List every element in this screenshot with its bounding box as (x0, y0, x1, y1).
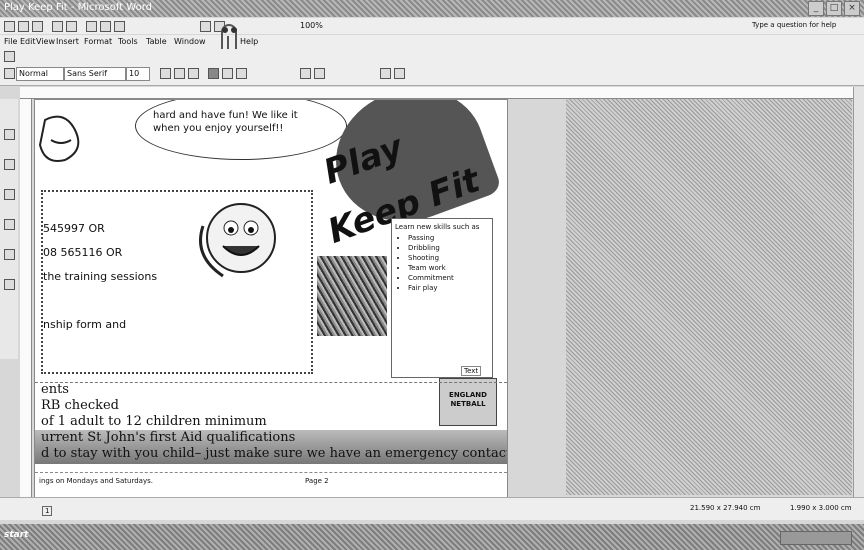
vertical-ruler[interactable] (20, 99, 32, 519)
menu-edit[interactable]: Edit (20, 37, 36, 46)
preview-icon[interactable] (66, 21, 77, 32)
open-icon[interactable] (18, 21, 29, 32)
minimize-button[interactable]: _ (808, 1, 824, 16)
skill-item: Team work (408, 263, 492, 273)
menu-window[interactable]: Window (174, 37, 206, 46)
tool-icon-5[interactable] (4, 249, 15, 260)
skill-item: Shooting (408, 253, 492, 263)
standard-toolbar: 100% Type a question for help (0, 18, 864, 34)
draw-icon[interactable] (4, 51, 15, 62)
underline-icon[interactable] (188, 68, 199, 79)
bubble-line-2: when you enjoy yourself!! (153, 123, 284, 134)
england-netball-logo: ENGLAND NETBALL (439, 378, 497, 426)
contact-line-2: 08 565116 OR (43, 246, 123, 259)
page-number: 1 (42, 506, 53, 516)
section-divider (35, 382, 507, 384)
undo-icon[interactable] (200, 21, 211, 32)
start-button[interactable]: start (4, 530, 28, 540)
font-color-icon[interactable] (394, 68, 405, 79)
bottom-line-2: RB checked (41, 398, 119, 413)
menu-bar: File Edit View Insert Format Tools Table… (0, 35, 864, 49)
bottom-line-1: ents (41, 382, 69, 397)
smiley-ball-icon (199, 203, 276, 278)
size-readout: 1.990 x 3.000 cm (790, 504, 852, 512)
photo-image (317, 256, 387, 336)
numbering-icon[interactable] (300, 68, 311, 79)
position-readout: 21.590 x 27.940 cm (690, 504, 761, 512)
system-tray (780, 531, 852, 545)
tool-icon-2[interactable] (4, 159, 15, 170)
contact-line-4: nship form and (43, 318, 127, 331)
skill-item: Fair play (408, 283, 492, 293)
styles-icon[interactable] (4, 68, 15, 79)
font-size-select[interactable]: 10 (126, 67, 150, 81)
cut-icon[interactable] (86, 21, 97, 32)
menu-format[interactable]: Format (84, 37, 112, 46)
status-bar: 1 21.590 x 27.940 cm 1.990 x 3.000 cm (0, 497, 864, 520)
menu-view[interactable]: View (36, 37, 55, 46)
menu-tools[interactable]: Tools (118, 37, 138, 46)
italic-icon[interactable] (174, 68, 185, 79)
skills-textbox[interactable]: Learn new skills such as Passing Dribbli… (391, 218, 493, 378)
font-select[interactable]: Sans Serif (64, 67, 126, 81)
highlight-icon[interactable] (380, 68, 391, 79)
horizontal-ruler[interactable] (20, 87, 858, 99)
skills-intro: Learn new skills such as (395, 223, 480, 231)
left-toolbar (0, 99, 18, 359)
paste-icon[interactable] (114, 21, 125, 32)
logo-text: ENGLAND NETBALL (449, 391, 487, 408)
textbox-label: Text (461, 366, 482, 376)
cartoon-character-icon (38, 115, 80, 162)
maximize-button[interactable]: □ (826, 1, 842, 16)
bold-icon[interactable] (160, 68, 171, 79)
save-icon[interactable] (32, 21, 43, 32)
copy-icon[interactable] (100, 21, 111, 32)
align-right-icon[interactable] (236, 68, 247, 79)
bottom-line-5: d to stay with you child– just make sure… (41, 446, 508, 461)
tool-icon-1[interactable] (4, 129, 15, 140)
print-icon[interactable] (52, 21, 63, 32)
window-controls: _ □ × (808, 1, 860, 16)
new-icon[interactable] (4, 21, 15, 32)
align-left-icon[interactable] (208, 68, 219, 79)
bottom-line-3: of 1 adult to 12 children minimum (41, 414, 267, 429)
close-button[interactable]: × (844, 1, 860, 16)
menu-table[interactable]: Table (146, 37, 167, 46)
zoom-value[interactable]: 100% (300, 21, 323, 30)
document-page[interactable]: hard and have fun! We like it when you e… (34, 99, 508, 513)
bubble-line-1: hard and have fun! We like it (153, 110, 298, 121)
skill-item: Dribbling (408, 243, 492, 253)
taskbar: start (0, 524, 864, 550)
contact-line-3: the training sessions (43, 270, 158, 283)
menu-file[interactable]: File (4, 37, 17, 46)
style-select[interactable]: Normal (16, 67, 64, 81)
footer-page: Page 2 (305, 477, 329, 485)
window-title: Play Keep Fit - Microsoft Word (4, 2, 153, 13)
skill-item: Passing (408, 233, 492, 243)
align-center-icon[interactable] (222, 68, 233, 79)
skills-list: Passing Dribbling Shooting Team work Com… (392, 233, 492, 293)
title-bar: Play Keep Fit - Microsoft Word _ □ × (0, 0, 864, 17)
footer-divider (35, 472, 507, 474)
tool-icon-6[interactable] (4, 279, 15, 290)
formatting-toolbar: Normal Sans Serif 10 (0, 63, 864, 86)
drawing-toolbar-row (0, 49, 864, 63)
bullets-icon[interactable] (314, 68, 325, 79)
footer-left: ings on Mondays and Saturdays. (39, 477, 153, 485)
skill-item: Commitment (408, 273, 492, 283)
vertical-scrollbar[interactable] (853, 87, 864, 497)
tool-icon-3[interactable] (4, 189, 15, 200)
workspace-background (566, 99, 852, 495)
bottom-line-4: urrent St John's first Aid qualification… (41, 430, 296, 445)
tool-icon-4[interactable] (4, 219, 15, 230)
contact-line-1: 545997 OR (43, 222, 105, 235)
menu-insert[interactable]: Insert (56, 37, 79, 46)
help-search[interactable]: Type a question for help (752, 21, 836, 29)
